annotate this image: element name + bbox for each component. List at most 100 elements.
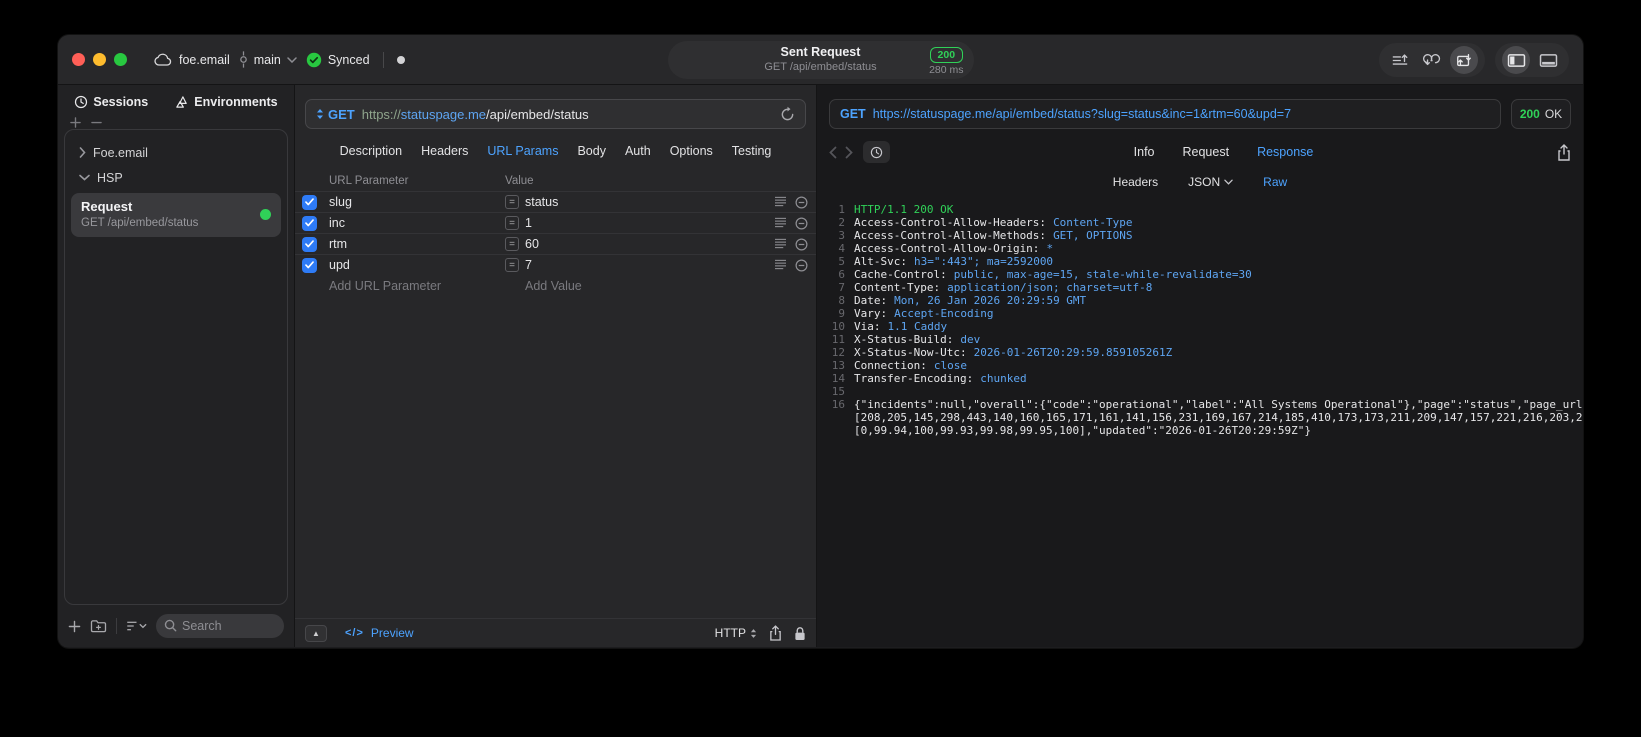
response-line: 5 Alt-Svc: h3=":443"; ma=2592000: [819, 255, 1575, 268]
export-lines-button[interactable]: [1386, 46, 1414, 74]
reorder-handle-icon[interactable]: [774, 196, 787, 207]
tab-sessions[interactable]: Sessions: [74, 95, 148, 109]
new-folder-icon[interactable]: [90, 619, 107, 633]
tab-url-params[interactable]: URL Params: [487, 144, 558, 158]
stepper-icon: [750, 628, 757, 638]
param-row[interactable]: upd = 7: [295, 254, 816, 275]
add-request-icon[interactable]: [68, 620, 81, 633]
sync-requests-button[interactable]: [1450, 46, 1478, 74]
param-checkbox[interactable]: [302, 236, 317, 252]
param-value[interactable]: 1: [525, 216, 532, 230]
request-list-item[interactable]: Request GET /api/embed/status: [71, 193, 281, 237]
sessions-list: Foe.email HSP Request GET /api/embed/sta…: [64, 129, 288, 605]
share-icon[interactable]: [769, 625, 782, 641]
history-button[interactable]: [863, 141, 890, 163]
method-label[interactable]: GET: [328, 107, 355, 122]
response-method: GET: [840, 107, 866, 121]
request-tabs: Description Headers URL Params Body Auth…: [295, 144, 816, 158]
refresh-icon[interactable]: [780, 106, 795, 122]
response-line: 9 Vary: Accept-Encoding: [819, 307, 1575, 320]
response-line: 14 Transfer-Encoding: chunked: [819, 372, 1575, 385]
check-icon: [305, 198, 314, 206]
share-icon[interactable]: [1557, 143, 1571, 161]
sort-filter-icon[interactable]: [126, 620, 147, 632]
branch-selector[interactable]: main: [239, 51, 297, 68]
param-row[interactable]: rtm = 60: [295, 233, 816, 254]
close-window-button[interactable]: [72, 53, 85, 66]
line-number: 6: [838, 268, 845, 281]
group-hsp[interactable]: HSP: [71, 165, 281, 190]
remove-param-icon[interactable]: [795, 238, 808, 251]
tab-info[interactable]: Info: [1134, 145, 1155, 159]
check-icon: [305, 219, 314, 227]
method-stepper-icon[interactable]: [316, 108, 324, 120]
response-status-text: OK: [1544, 107, 1563, 121]
response-url-text: https://statuspage.me/api/embed/status?s…: [872, 107, 1292, 121]
request-duration: 280 ms: [929, 64, 964, 77]
line-number: 7: [838, 281, 845, 294]
reorder-handle-icon[interactable]: [774, 238, 787, 249]
tab-environments[interactable]: Environments: [174, 95, 278, 109]
param-checkbox[interactable]: [302, 257, 317, 273]
tab-auth[interactable]: Auth: [625, 144, 651, 158]
line-number: 12: [831, 346, 845, 359]
tab-testing[interactable]: Testing: [732, 144, 772, 158]
remove-param-icon[interactable]: [795, 217, 808, 230]
sync-label: Synced: [327, 52, 370, 67]
tab-response[interactable]: Response: [1257, 145, 1313, 159]
lock-icon[interactable]: [794, 626, 806, 641]
param-value[interactable]: status: [525, 195, 558, 209]
request-url-bar[interactable]: GET https://statuspage.me/api/embed/stat…: [305, 99, 806, 129]
param-checkbox[interactable]: [302, 215, 317, 231]
tab-environments-label: Environments: [194, 95, 278, 109]
subtab-json[interactable]: JSON: [1188, 175, 1233, 189]
subtab-headers[interactable]: Headers: [1113, 175, 1158, 189]
reorder-handle-icon[interactable]: [774, 217, 787, 228]
tab-request[interactable]: Request: [1183, 145, 1230, 159]
group-foe-email[interactable]: Foe.email: [71, 140, 281, 165]
expand-panel-button[interactable]: ▲: [305, 624, 327, 642]
response-raw-view[interactable]: 1 HTTP/1.1 200 OK 2 Access-Control-Allow-H…: [817, 203, 1583, 437]
remove-param-icon[interactable]: [795, 196, 808, 209]
param-value[interactable]: 60: [525, 237, 539, 251]
cloud-icon: [154, 53, 172, 66]
back-button[interactable]: [829, 146, 837, 159]
chevron-down-icon: [1224, 179, 1233, 185]
zoom-window-button[interactable]: [114, 53, 127, 66]
branch-icon: [239, 51, 247, 68]
subtab-raw[interactable]: Raw: [1263, 175, 1287, 189]
param-name[interactable]: inc: [329, 216, 505, 230]
param-name[interactable]: upd: [329, 258, 505, 272]
param-checkbox[interactable]: [302, 194, 317, 210]
tab-headers[interactable]: Headers: [421, 144, 468, 158]
remove-session-icon[interactable]: [91, 117, 102, 128]
project-selector[interactable]: foe.email: [153, 53, 230, 67]
add-session-icon[interactable]: [70, 116, 81, 128]
param-row[interactable]: inc = 1: [295, 212, 816, 233]
param-name[interactable]: slug: [329, 195, 505, 209]
response-request-url[interactable]: GET https://statuspage.me/api/embed/stat…: [829, 99, 1501, 129]
param-value[interactable]: 7: [525, 258, 532, 272]
sent-request-pill[interactable]: Sent Request GET /api/embed/status 200 2…: [667, 41, 974, 79]
tab-sessions-label: Sessions: [93, 95, 149, 109]
project-name: foe.email: [179, 52, 230, 67]
minimize-window-button[interactable]: [93, 53, 106, 66]
reorder-handle-icon[interactable]: [774, 259, 787, 270]
sync-status[interactable]: Synced: [306, 52, 370, 68]
tab-description[interactable]: Description: [340, 144, 403, 158]
toggle-sidebar-button[interactable]: [1502, 46, 1530, 74]
pull-changes-button[interactable]: [1418, 46, 1446, 74]
add-value-button[interactable]: Add Value: [505, 279, 760, 293]
forward-button[interactable]: [845, 146, 853, 159]
preview-button[interactable]: </> Preview: [345, 626, 414, 640]
toggle-bottom-panel-button[interactable]: [1534, 46, 1562, 74]
add-url-parameter-button[interactable]: Add URL Parameter: [329, 279, 505, 293]
response-line: 15: [819, 385, 1575, 398]
param-row[interactable]: slug = status: [295, 191, 816, 212]
param-name[interactable]: rtm: [329, 237, 505, 251]
tab-options[interactable]: Options: [670, 144, 713, 158]
equals-icon: =: [505, 237, 519, 251]
protocol-selector[interactable]: HTTP: [715, 626, 757, 640]
tab-body[interactable]: Body: [577, 144, 606, 158]
remove-param-icon[interactable]: [795, 259, 808, 272]
